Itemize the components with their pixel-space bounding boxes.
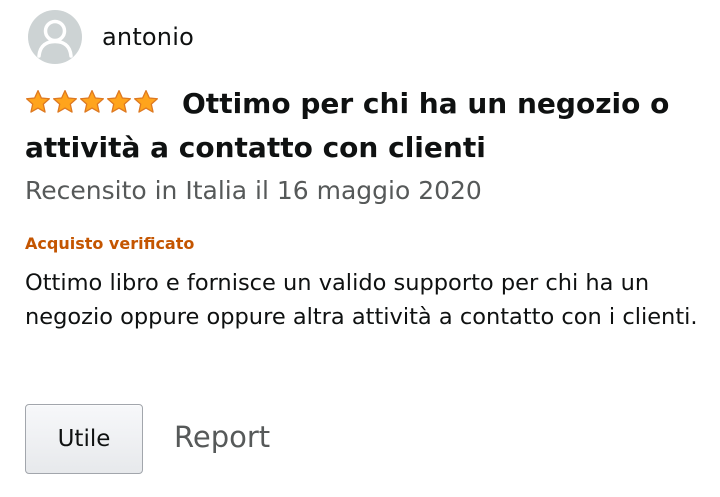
report-link[interactable]: Report [174,420,270,454]
customer-review: antonio Ottimo per chi ha un negozio o a… [0,0,720,497]
star-icon [133,89,159,113]
star-icon [52,89,78,113]
reviewer-name: antonio [102,23,194,51]
review-date: Recensito in Italia il 16 maggio 2020 [25,176,482,205]
star-icon [79,89,105,113]
avatar [28,10,82,64]
star-icon [106,89,132,113]
star-rating [25,89,160,115]
helpful-button[interactable]: Utile [25,404,143,474]
review-title-row: Ottimo per chi ha un negozio o attività … [25,82,705,170]
star-icon [25,89,51,113]
verified-purchase-badge: Acquisto verificato [25,234,195,253]
person-silhouette-icon [37,19,73,58]
review-text: Ottimo libro e fornisce un valido suppor… [25,270,698,330]
reviewer-profile[interactable]: antonio [28,10,194,64]
